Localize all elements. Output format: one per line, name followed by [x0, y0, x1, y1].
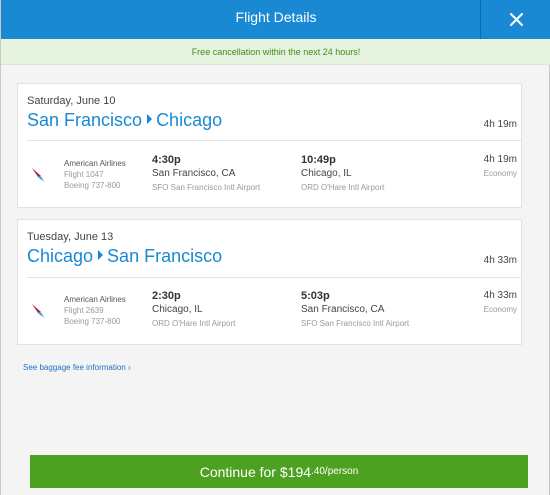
departure-airport: SFO San Francisco Intl Airport: [152, 183, 261, 192]
airline-name: American Airlines: [64, 295, 126, 304]
trip-date: Tuesday, June 13: [27, 231, 114, 243]
departure-city: San Francisco, CA: [152, 168, 236, 179]
route-arrow-icon: [98, 250, 104, 260]
segment-duration: 4h 19m: [483, 154, 517, 165]
trip-route: San Francisco Chicago: [27, 110, 222, 131]
flight-details-dialog: Flight Details Free cancellation within …: [0, 0, 550, 495]
return-flight-card: Tuesday, June 13 Chicago San Francisco 4h…: [17, 219, 522, 345]
arrival-time: 5:03p: [301, 290, 330, 302]
free-cancellation-banner: Free cancellation within the next 24 hou…: [1, 39, 550, 65]
cabin-class: Economy: [483, 169, 517, 178]
segment-duration: 4h 33m: [483, 290, 517, 301]
route-arrow-icon: [147, 114, 153, 124]
card-divider: [27, 277, 521, 278]
departure-info: 4:30p San Francisco, CA SFO San Francisc…: [152, 153, 260, 195]
aircraft-type: Boeing 737-800: [64, 181, 121, 190]
departure-time: 4:30p: [152, 154, 181, 166]
dialog-title: Flight Details: [235, 9, 317, 25]
card-divider: [27, 140, 521, 141]
trip-route: Chicago San Francisco: [27, 246, 222, 267]
continue-price: $194: [279, 463, 312, 480]
trip-duration: 4h 19m: [483, 119, 517, 130]
dialog-header: Flight Details: [1, 0, 550, 39]
segment-summary: 4h 33m Economy: [484, 289, 517, 317]
departure-city: Chicago, IL: [152, 304, 203, 315]
airline-info: American Airlines Flight 2639 Boeing 737…: [64, 294, 126, 327]
flight-number: Flight 2639: [64, 306, 104, 315]
flight-number: Flight 1047: [64, 170, 104, 179]
segment-summary: 4h 19m Economy: [484, 153, 517, 181]
arrival-airport: ORD O'Hare Intl Airport: [301, 183, 385, 192]
departure-airport: ORD O'Hare Intl Airport: [152, 319, 236, 328]
baggage-fee-link[interactable]: See baggage fee information ›: [23, 363, 131, 372]
departure-time: 2:30p: [152, 290, 181, 302]
arrival-airport: SFO San Francisco Intl Airport: [301, 319, 410, 328]
arrival-city: San Francisco, CA: [301, 304, 385, 315]
arrival-info: 5:03p San Francisco, CA SFO San Francisc…: [301, 289, 409, 331]
continue-button[interactable]: Continue for $194.40/person: [30, 455, 528, 488]
cabin-class: Economy: [483, 305, 517, 314]
airline-info: American Airlines Flight 1047 Boeing 737…: [64, 158, 126, 191]
arrival-time: 10:49p: [301, 154, 336, 166]
route-destination: Chicago: [156, 110, 223, 130]
route-origin: Chicago: [27, 246, 94, 266]
route-origin: San Francisco: [27, 110, 143, 130]
american-airlines-logo-icon: [32, 304, 45, 318]
outbound-flight-card: Saturday, June 10 San Francisco Chicago 4…: [17, 83, 522, 208]
close-button[interactable]: [481, 0, 550, 39]
route-destination: San Francisco: [107, 246, 223, 266]
close-icon: [509, 13, 523, 26]
arrival-info: 10:49p Chicago, IL ORD O'Hare Intl Airpo…: [301, 153, 384, 195]
trip-duration: 4h 33m: [483, 255, 517, 266]
trip-date: Saturday, June 10: [27, 95, 116, 107]
continue-price-cents: .40/person: [311, 466, 359, 477]
arrival-city: Chicago, IL: [301, 168, 352, 179]
continue-label: Continue for: [199, 463, 280, 480]
departure-info: 2:30p Chicago, IL ORD O'Hare Intl Airpor…: [152, 289, 235, 331]
american-airlines-logo-icon: [32, 168, 45, 182]
airline-name: American Airlines: [64, 159, 126, 168]
aircraft-type: Boeing 737-800: [64, 317, 121, 326]
